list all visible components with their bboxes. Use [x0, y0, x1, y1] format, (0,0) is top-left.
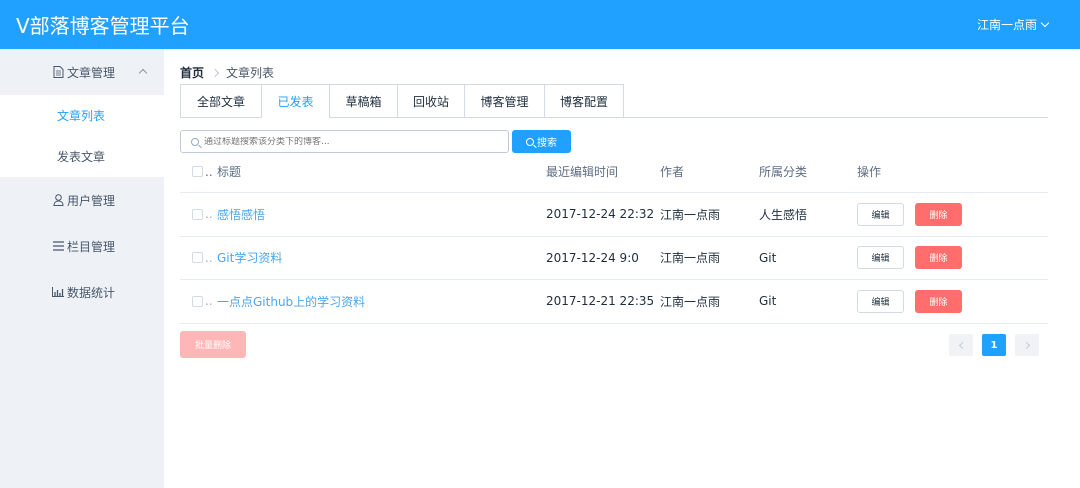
table-row: .. Git学习资料 2017-12-24 9:0 江南一点雨 Git 编辑 删… — [180, 237, 1048, 280]
tab-recycle-bin[interactable]: 回收站 — [397, 84, 464, 117]
header-title: 标题 — [217, 165, 242, 179]
tab-all-articles[interactable]: 全部文章 — [180, 84, 261, 117]
breadcrumb: 首页 文章列表 — [180, 64, 274, 81]
breadcrumb-current: 文章列表 — [226, 66, 275, 80]
chevron-down-icon — [1040, 18, 1050, 27]
chevron-right-icon — [1022, 341, 1030, 349]
app-title: V部落博客管理平台 — [16, 14, 190, 38]
row-checkbox[interactable] — [192, 295, 203, 307]
tab-blog-config[interactable]: 博客配置 — [544, 84, 624, 117]
article-time: 2017-12-24 22:32 — [546, 207, 655, 222]
bar-chart-icon — [52, 286, 64, 298]
row-actions: 编辑 删除 — [857, 202, 962, 226]
page-number-current[interactable]: 1 — [982, 334, 1006, 356]
tab-published[interactable]: 已发表 — [261, 84, 329, 118]
article-table: .. 标题 最近编辑时间 作者 所属分类 操作 .. 感悟感悟 2017-12-… — [180, 151, 1048, 324]
search-icon — [191, 137, 199, 146]
table-header: .. 标题 最近编辑时间 作者 所属分类 操作 — [180, 151, 1048, 193]
sidebar-item-column-management[interactable]: 栏目管理 — [0, 223, 164, 269]
article-submenu: 文章列表 发表文章 — [0, 95, 164, 177]
sidebar-item-article-management[interactable]: 文章管理 — [0, 49, 164, 95]
sidebar-item-label: 文章管理 — [67, 65, 116, 80]
menu-lines-icon — [52, 240, 64, 252]
article-category: Git — [759, 250, 777, 265]
row-select[interactable]: .. — [192, 207, 213, 221]
chevron-right-icon — [210, 68, 220, 77]
search-button-label: 搜索 — [537, 138, 557, 149]
article-author: 江南一点雨 — [660, 251, 721, 266]
top-header: V部落博客管理平台 江南一点雨 — [0, 0, 1080, 49]
row-actions: 编辑 删除 — [857, 246, 962, 270]
tab-drafts[interactable]: 草稿箱 — [329, 84, 397, 117]
row-select[interactable]: .. — [192, 251, 213, 265]
article-category: Git — [759, 294, 777, 309]
search-icon — [526, 137, 534, 146]
sidebar-item-publish-article[interactable]: 发表文章 — [0, 136, 164, 177]
header-author: 作者 — [660, 165, 685, 179]
article-title-link[interactable]: Git学习资料 — [217, 249, 282, 266]
row-checkbox[interactable] — [192, 252, 203, 264]
select-all-checkbox[interactable] — [192, 166, 203, 177]
search-input[interactable] — [204, 136, 494, 147]
row-checkbox[interactable] — [192, 208, 203, 220]
article-category: 人生感悟 — [759, 207, 808, 222]
search-field[interactable] — [180, 130, 509, 153]
user-icon — [52, 194, 64, 206]
sidebar-item-statistics[interactable]: 数据统计 — [0, 269, 164, 315]
check-ellipsis: .. — [205, 164, 213, 179]
search-row: 搜索 — [180, 130, 571, 153]
pagination: 1 — [949, 334, 1039, 356]
sidebar-item-label: 栏目管理 — [67, 239, 116, 254]
check-ellipsis: .. — [205, 250, 213, 265]
article-title-link[interactable]: 感悟感悟 — [217, 206, 265, 223]
chevron-up-icon — [138, 68, 148, 78]
chevron-left-icon — [958, 341, 966, 349]
delete-button[interactable]: 删除 — [915, 246, 962, 270]
article-time: 2017-12-24 9:0 — [546, 250, 639, 265]
delete-button[interactable]: 删除 — [915, 202, 962, 226]
sidebar: 文章管理 文章列表 发表文章 用户管理 栏目管理 数据统计 — [0, 49, 164, 488]
article-author: 江南一点雨 — [660, 207, 721, 222]
batch-delete-button[interactable]: 批量删除 — [180, 331, 246, 358]
header-category: 所属分类 — [759, 165, 808, 179]
sidebar-item-label: 用户管理 — [67, 193, 116, 208]
check-ellipsis: .. — [205, 207, 213, 222]
document-icon — [52, 66, 64, 78]
article-tabs: 全部文章 已发表 草稿箱 回收站 博客管理 博客配置 — [180, 84, 1048, 118]
check-ellipsis: .. — [205, 294, 213, 309]
table-row: .. 感悟感悟 2017-12-24 22:32 江南一点雨 人生感悟 编辑 删… — [180, 193, 1048, 237]
sidebar-item-user-management[interactable]: 用户管理 — [0, 177, 164, 223]
edit-button[interactable]: 编辑 — [857, 246, 904, 270]
search-button[interactable]: 搜索 — [512, 130, 571, 153]
sidebar-item-label: 数据统计 — [67, 285, 116, 300]
article-title-link[interactable]: 一点点Github上的学习资料 — [217, 293, 365, 310]
table-row: .. 一点点Github上的学习资料 2017-12-21 22:35 江南一点… — [180, 280, 1048, 324]
sidebar-item-article-list[interactable]: 文章列表 — [0, 95, 164, 136]
delete-button[interactable]: 删除 — [915, 289, 962, 313]
header-ops: 操作 — [857, 165, 882, 179]
row-select[interactable]: .. — [192, 294, 213, 308]
row-actions: 编辑 删除 — [857, 289, 962, 313]
prev-page-button[interactable] — [949, 334, 973, 356]
edit-button[interactable]: 编辑 — [857, 202, 904, 226]
tab-blog-management[interactable]: 博客管理 — [464, 84, 544, 117]
edit-button[interactable]: 编辑 — [857, 289, 904, 313]
header-time: 最近编辑时间 — [546, 165, 619, 179]
article-time: 2017-12-21 22:35 — [546, 294, 655, 309]
article-author: 江南一点雨 — [660, 294, 721, 309]
breadcrumb-home[interactable]: 首页 — [180, 64, 204, 81]
next-page-button[interactable] — [1015, 334, 1039, 356]
user-name: 江南一点雨 — [976, 18, 1037, 32]
user-dropdown[interactable]: 江南一点雨 — [976, 16, 1050, 33]
select-all[interactable]: .. — [192, 165, 213, 179]
